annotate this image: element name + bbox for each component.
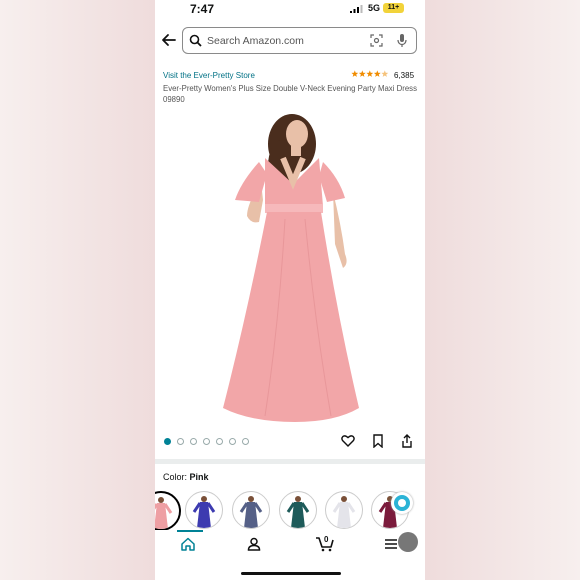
color-swatch[interactable] [155,491,181,531]
home-icon[interactable] [180,537,196,551]
color-label: Color: Pink [163,472,209,482]
star-icon [373,70,381,77]
rating-count[interactable]: 6,385 [394,71,414,80]
pagination-dot[interactable] [203,438,210,445]
status-bar: 7:47 5G 11+ [155,0,425,20]
store-link[interactable]: Visit the Ever-Pretty Store [163,71,255,80]
star-icon [381,70,389,77]
star-icon [366,70,374,77]
selected-color: Pink [189,472,209,482]
rufus-icon[interactable] [398,532,418,552]
bookmark-icon[interactable] [372,434,384,448]
pagination-dot[interactable] [242,438,249,445]
active-tab-indicator [177,530,203,532]
search-icon [189,34,202,47]
menu-icon[interactable] [384,538,398,550]
color-swatch[interactable] [325,491,363,529]
background-left [0,0,155,580]
microphone-icon[interactable] [397,33,407,48]
heart-icon[interactable] [341,434,355,448]
phone-screen: 7:47 5G 11+ Search Amazon.com Visit the … [155,0,425,580]
rating-stars[interactable] [351,70,389,80]
pagination-dot[interactable] [164,438,171,445]
battery-icon: 11+ [383,3,404,13]
color-label-prefix: Color: [163,472,190,482]
color-swatch[interactable] [232,491,270,529]
color-swatch[interactable] [279,491,317,529]
pagination-dot[interactable] [229,438,236,445]
cart-count: 0 [324,535,329,544]
product-image[interactable] [155,104,425,426]
color-swatch[interactable] [185,491,223,529]
pagination-dot[interactable] [190,438,197,445]
assistant-icon [394,495,410,511]
share-icon[interactable] [401,434,413,448]
cart-icon[interactable]: 0 [315,535,335,557]
back-arrow-icon[interactable] [160,31,178,49]
background-right [425,0,580,580]
search-input[interactable]: Search Amazon.com [182,27,417,54]
pagination-dot[interactable] [216,438,223,445]
assistant-bubble[interactable] [391,492,413,514]
signal-icon [350,5,363,13]
account-icon[interactable] [247,537,261,551]
product-title: Ever-Pretty Women's Plus Size Double V-N… [163,84,417,104]
pagination-dot[interactable] [177,438,184,445]
search-placeholder: Search Amazon.com [207,35,304,47]
divider [155,459,425,464]
home-indicator [241,572,341,575]
star-icon [358,70,366,77]
status-time: 7:47 [190,2,215,16]
network-label: 5G [368,3,381,13]
star-icon [351,70,359,77]
image-pagination[interactable] [164,438,249,445]
camera-scan-icon[interactable] [370,34,383,47]
